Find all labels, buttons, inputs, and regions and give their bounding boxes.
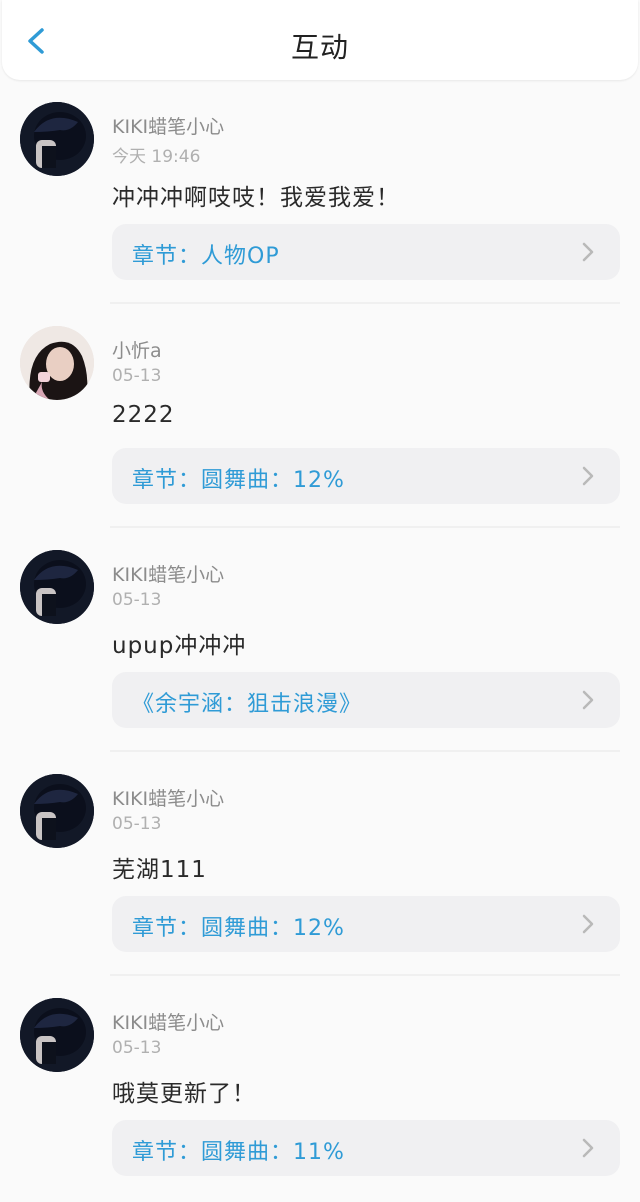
chevron-right-icon <box>582 914 594 934</box>
comment-text: 哦莫更新了！ <box>112 1081 256 1107</box>
chapter-label: 章节：人物OP <box>132 244 280 269</box>
username[interactable]: KIKI蜡笔小心 <box>112 784 224 811</box>
list-item[interactable]: KIKI蜡笔小心 05-13 upup冲冲冲 《余宇涵：狙击浪漫》 <box>0 528 640 752</box>
list-item[interactable]: KIKI蜡笔小心 05-13 芜湖111 章节：圆舞曲：12% <box>0 752 640 976</box>
username[interactable]: KIKI蜡笔小心 <box>112 560 224 587</box>
chapter-link[interactable]: 《余宇涵：狙击浪漫》 <box>112 672 620 728</box>
timestamp: 05-13 <box>112 814 162 834</box>
list-item[interactable]: 小忻a 05-13 2222 章节：圆舞曲：12% <box>0 304 640 528</box>
avatar[interactable] <box>20 774 94 848</box>
chapter-label: 章节：圆舞曲：12% <box>132 916 345 941</box>
timestamp: 05-13 <box>112 590 162 610</box>
chapter-label: 章节：圆舞曲：11% <box>132 1140 345 1165</box>
chevron-right-icon <box>582 242 594 262</box>
username[interactable]: 小忻a <box>112 336 162 363</box>
comment-text: 2222 <box>112 402 175 428</box>
username[interactable]: KIKI蜡笔小心 <box>112 1008 224 1035</box>
avatar[interactable] <box>20 550 94 624</box>
top-bar: 互动 <box>2 0 638 80</box>
username[interactable]: KIKI蜡笔小心 <box>112 112 224 139</box>
avatar[interactable] <box>20 998 94 1072</box>
chapter-label: 《余宇涵：狙击浪漫》 <box>132 692 363 717</box>
timestamp: 05-13 <box>112 366 162 386</box>
chevron-right-icon <box>582 690 594 710</box>
comment-text: 芜湖111 <box>112 857 207 883</box>
timestamp: 今天 19:46 <box>112 147 201 167</box>
chapter-link[interactable]: 章节：圆舞曲：12% <box>112 448 620 504</box>
chevron-right-icon <box>582 466 594 486</box>
timestamp: 05-13 <box>112 1038 162 1058</box>
list-item[interactable]: KIKI蜡笔小心 今天 19:46 冲冲冲啊吱吱！我爱我爱！ 章节：人物OP <box>0 80 640 304</box>
avatar[interactable] <box>20 326 94 400</box>
list-item[interactable]: KIKI蜡笔小心 05-13 哦莫更新了！ 章节：圆舞曲：11% <box>0 976 640 1200</box>
chapter-link[interactable]: 章节：人物OP <box>112 224 620 280</box>
chapter-link[interactable]: 章节：圆舞曲：12% <box>112 896 620 952</box>
comment-text: upup冲冲冲 <box>112 633 247 659</box>
avatar[interactable] <box>20 102 94 176</box>
page-title: 互动 <box>290 31 349 64</box>
chapter-link[interactable]: 章节：圆舞曲：11% <box>112 1120 620 1176</box>
comment-text: 冲冲冲啊吱吱！我爱我爱！ <box>112 185 400 211</box>
chevron-right-icon <box>582 1138 594 1158</box>
chapter-label: 章节：圆舞曲：12% <box>132 468 345 493</box>
